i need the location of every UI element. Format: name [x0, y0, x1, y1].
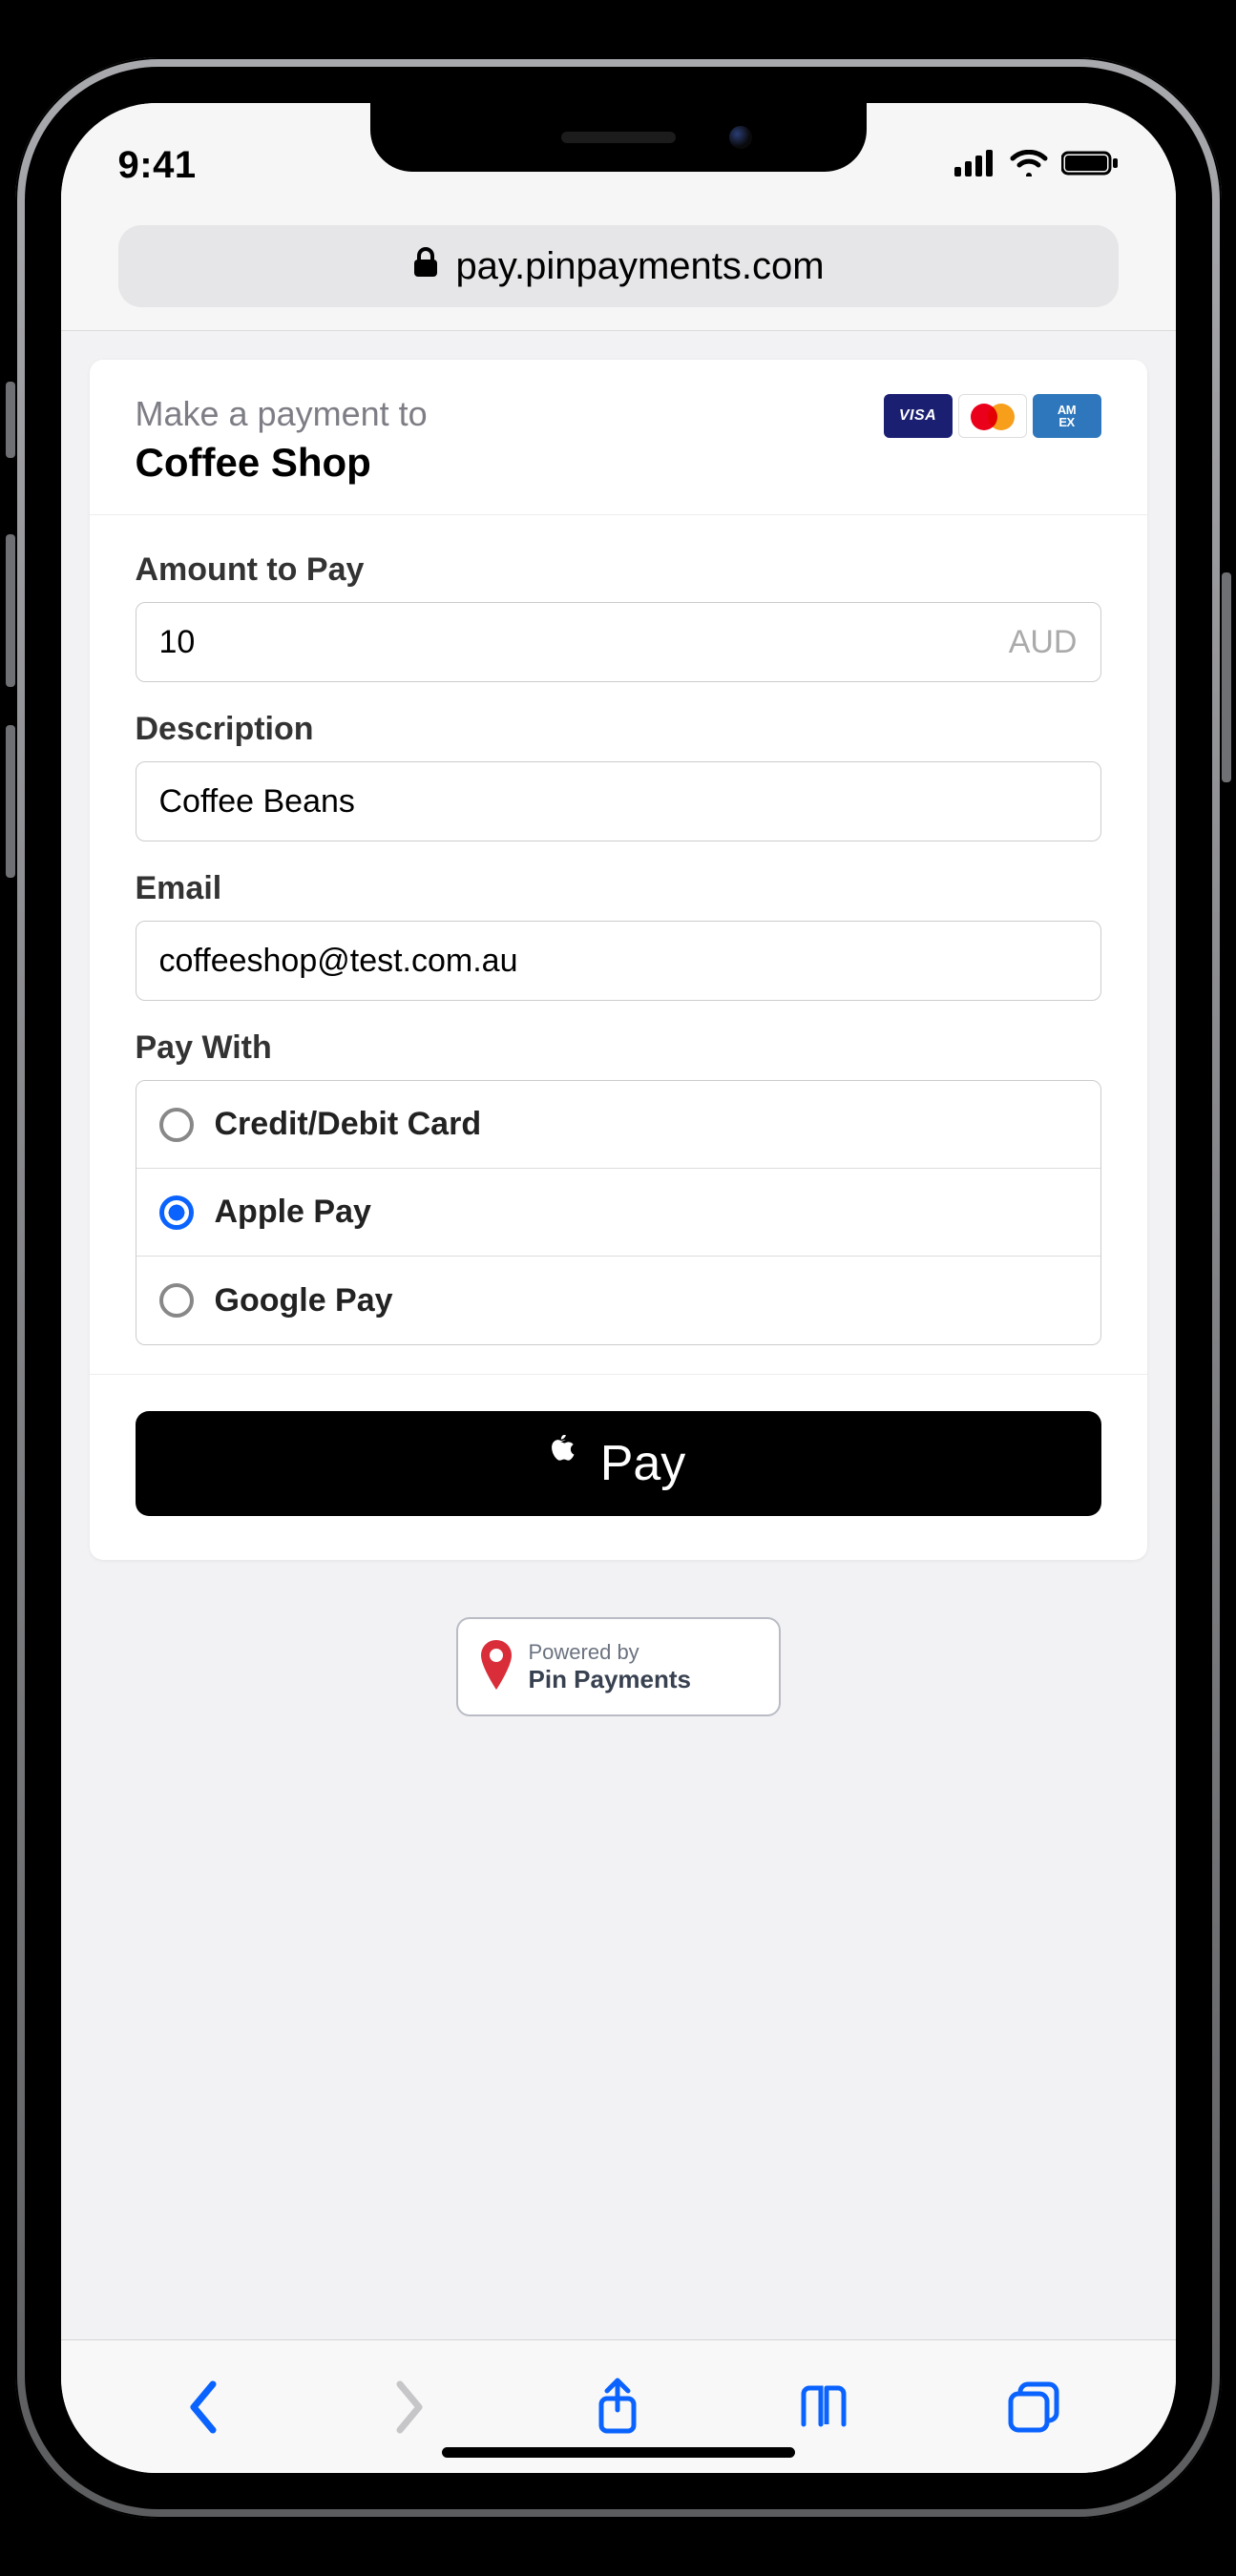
amount-input[interactable]: 10 AUD [136, 602, 1101, 682]
radio-unchecked-icon [159, 1283, 194, 1318]
description-label: Description [136, 711, 1101, 748]
paywith-option-card[interactable]: Credit/Debit Card [136, 1081, 1100, 1169]
visa-icon: VISA [884, 394, 953, 438]
back-button[interactable] [164, 2369, 241, 2445]
powered-by-badge[interactable]: Powered by Pin Payments [456, 1617, 781, 1716]
home-indicator[interactable] [442, 2447, 795, 2458]
description-input[interactable]: Coffee Beans [136, 761, 1101, 841]
paywith-label: Pay With [136, 1029, 1101, 1067]
radio-checked-icon [159, 1195, 194, 1230]
payment-card: Make a payment to Coffee Shop VISA AM EX [90, 360, 1147, 1560]
share-button[interactable] [579, 2369, 656, 2445]
radio-unchecked-icon [159, 1108, 194, 1142]
paywith-option-applepay[interactable]: Apple Pay [136, 1169, 1100, 1257]
paywith-group: Credit/Debit Card Apple Pay Google Pay [136, 1080, 1101, 1345]
currency-suffix: AUD [1009, 624, 1078, 661]
volume-down-button [6, 725, 15, 878]
powered-subtitle: Powered by [529, 1640, 692, 1665]
address-bar[interactable]: pay.pinpayments.com [118, 225, 1119, 307]
powered-title: Pin Payments [529, 1665, 692, 1694]
amex-icon: AM EX [1033, 394, 1101, 438]
mute-switch [6, 382, 15, 458]
url-text: pay.pinpayments.com [455, 245, 824, 288]
paywith-option-label: Credit/Debit Card [215, 1106, 482, 1143]
notch [370, 103, 867, 172]
email-input[interactable]: coffeeshop@test.com.au [136, 921, 1101, 1001]
power-button [1222, 572, 1231, 782]
merchant-name: Coffee Shop [136, 440, 428, 486]
lock-icon [411, 245, 440, 288]
apple-icon [551, 1435, 591, 1493]
battery-icon [1061, 150, 1119, 181]
email-label: Email [136, 870, 1101, 907]
pay-button-label: Pay [600, 1435, 686, 1492]
bookmarks-button[interactable] [787, 2369, 864, 2445]
pin-icon [479, 1640, 513, 1694]
forward-button[interactable] [372, 2369, 449, 2445]
cellular-icon [954, 150, 996, 181]
description-value: Coffee Beans [159, 783, 355, 821]
apple-pay-button[interactable]: Pay [136, 1411, 1101, 1516]
amount-value: 10 [159, 624, 196, 661]
paywith-option-googlepay[interactable]: Google Pay [136, 1257, 1100, 1344]
paywith-option-label: Google Pay [215, 1282, 393, 1319]
wifi-icon [1010, 150, 1048, 181]
volume-up-button [6, 534, 15, 687]
merchant-subtitle: Make a payment to [136, 394, 428, 434]
phone-frame: 9:41 [15, 57, 1222, 2519]
mastercard-icon [958, 394, 1027, 438]
status-time: 9:41 [118, 144, 197, 187]
tabs-button[interactable] [995, 2369, 1072, 2445]
paywith-option-label: Apple Pay [215, 1194, 371, 1231]
email-value: coffeeshop@test.com.au [159, 943, 518, 980]
amount-label: Amount to Pay [136, 551, 1101, 589]
